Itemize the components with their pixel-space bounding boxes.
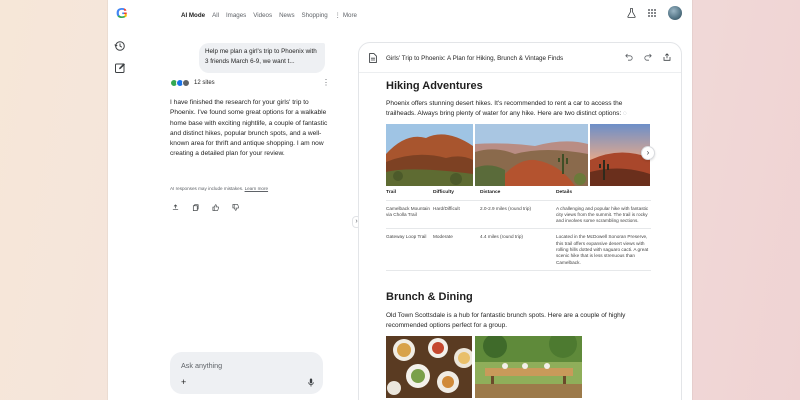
cell-details: Located in the McDowell Sonoran Preserve… — [556, 228, 651, 271]
disclaimer-text: AI responses may include mistakes. — [170, 186, 244, 191]
user-prompt-bubble: Help me plan a girl's trip to Phoenix wi… — [199, 43, 325, 73]
sites-count: 12 sites — [194, 80, 215, 86]
tab-more[interactable]: More — [343, 12, 357, 19]
search-mode-tabs: AI Mode All Images Videos News Shopping … — [181, 12, 364, 19]
hiking-intro-text: Phoenix offers stunning desert hikes. It… — [386, 99, 636, 119]
hiking-photo-camelback[interactable] — [386, 124, 473, 186]
column-header-trail: Trail — [386, 190, 433, 201]
tab-shopping[interactable]: Shopping — [302, 12, 328, 19]
cell-difficulty: Hard/Difficult — [433, 200, 480, 230]
column-header-difficulty: Difficulty — [433, 190, 480, 201]
app-window: G AI Mode All Images Videos News Shoppin… — [108, 0, 692, 400]
ai-answer-text: I have finished the research for your gi… — [170, 99, 328, 158]
top-bar: G AI Mode All Images Videos News Shoppin… — [108, 0, 692, 30]
brunch-photo-food[interactable] — [386, 336, 472, 398]
table-header-row: Trail Difficulty Distance Details — [386, 190, 651, 201]
learn-more-link[interactable]: Learn more — [245, 186, 269, 191]
google-logo[interactable]: G — [116, 6, 132, 22]
document-header: Girls' Trip to Phoenix: A Plan for Hikin… — [359, 43, 681, 73]
disclaimer: AI responses may include mistakes. Learn… — [170, 186, 268, 191]
chat-panel: Help me plan a girl's trip to Phoenix wi… — [164, 40, 332, 400]
thumbs-down-icon[interactable] — [232, 204, 239, 211]
new-chat-icon[interactable] — [114, 62, 126, 74]
apps-grid-icon[interactable] — [648, 9, 656, 17]
table-row: Gateway Loop Trail Moderate 4.4 miles (r… — [386, 228, 651, 271]
trails-table: Trail Difficulty Distance Details Camelb… — [386, 190, 651, 271]
section-heading-hiking: Hiking Adventures — [386, 80, 483, 92]
column-header-details: Details — [556, 190, 651, 201]
site-favicon — [182, 79, 190, 87]
ask-input-box[interactable]: Ask anything + — [170, 352, 323, 394]
mic-icon[interactable] — [308, 378, 314, 387]
avatar[interactable] — [668, 6, 682, 20]
labs-flask-icon[interactable] — [627, 8, 636, 18]
document-title: Girls' Trip to Phoenix: A Plan for Hikin… — [386, 55, 564, 62]
cell-trail: Camelback Mountain via Cholla Trail — [386, 200, 433, 230]
share-icon[interactable] — [663, 53, 671, 61]
top-right-controls — [627, 6, 682, 20]
tab-videos[interactable]: Videos — [253, 12, 272, 19]
carousel-next-button[interactable]: › — [641, 146, 655, 160]
cell-trail: Gateway Loop Trail — [386, 228, 433, 271]
hiking-photo-desert-valley[interactable] — [475, 124, 588, 186]
document-actions — [625, 53, 671, 61]
tab-news[interactable]: News — [279, 12, 294, 19]
section-heading-brunch: Brunch & Dining — [386, 291, 473, 303]
undo-icon[interactable] — [625, 53, 633, 61]
document-icon — [369, 53, 377, 63]
table-row: Camelback Mountain via Cholla Trail Hard… — [386, 200, 651, 230]
brunch-photo-patio[interactable] — [475, 336, 582, 398]
plan-document-panel: Girls' Trip to Phoenix: A Plan for Hikin… — [358, 42, 682, 400]
thumbs-up-icon[interactable] — [212, 204, 219, 211]
cell-distance: 4.4 miles (round trip) — [480, 228, 556, 271]
column-header-distance: Distance — [480, 190, 556, 201]
more-dots-icon[interactable]: ⋮ — [335, 12, 341, 19]
redo-icon[interactable] — [644, 53, 652, 61]
feedback-actions — [172, 204, 239, 211]
tab-all[interactable]: All — [212, 12, 219, 19]
hiking-intro: Phoenix offers stunning desert hikes. It… — [386, 100, 623, 118]
sparkle-icon: ◌ — [623, 110, 627, 118]
cell-distance: 2.0-2.9 miles (round trip) — [480, 200, 556, 230]
sources-row[interactable]: 12 sites ⋮ — [170, 79, 330, 87]
tab-images[interactable]: Images — [226, 12, 246, 19]
tab-ai-mode[interactable]: AI Mode — [181, 12, 205, 19]
brunch-intro-text: Old Town Scottsdale is a hub for fantast… — [386, 312, 626, 330]
more-options-icon[interactable]: ⋮ — [322, 79, 330, 87]
ask-input-placeholder[interactable]: Ask anything — [181, 361, 222, 370]
cell-details: A challenging and popular hike with fant… — [556, 200, 651, 230]
cell-difficulty: Moderate — [433, 228, 480, 271]
plus-icon[interactable]: + — [181, 378, 186, 387]
history-icon[interactable] — [114, 40, 126, 52]
share-icon[interactable] — [172, 204, 179, 211]
left-rail — [114, 40, 134, 84]
copy-icon[interactable] — [192, 204, 199, 211]
